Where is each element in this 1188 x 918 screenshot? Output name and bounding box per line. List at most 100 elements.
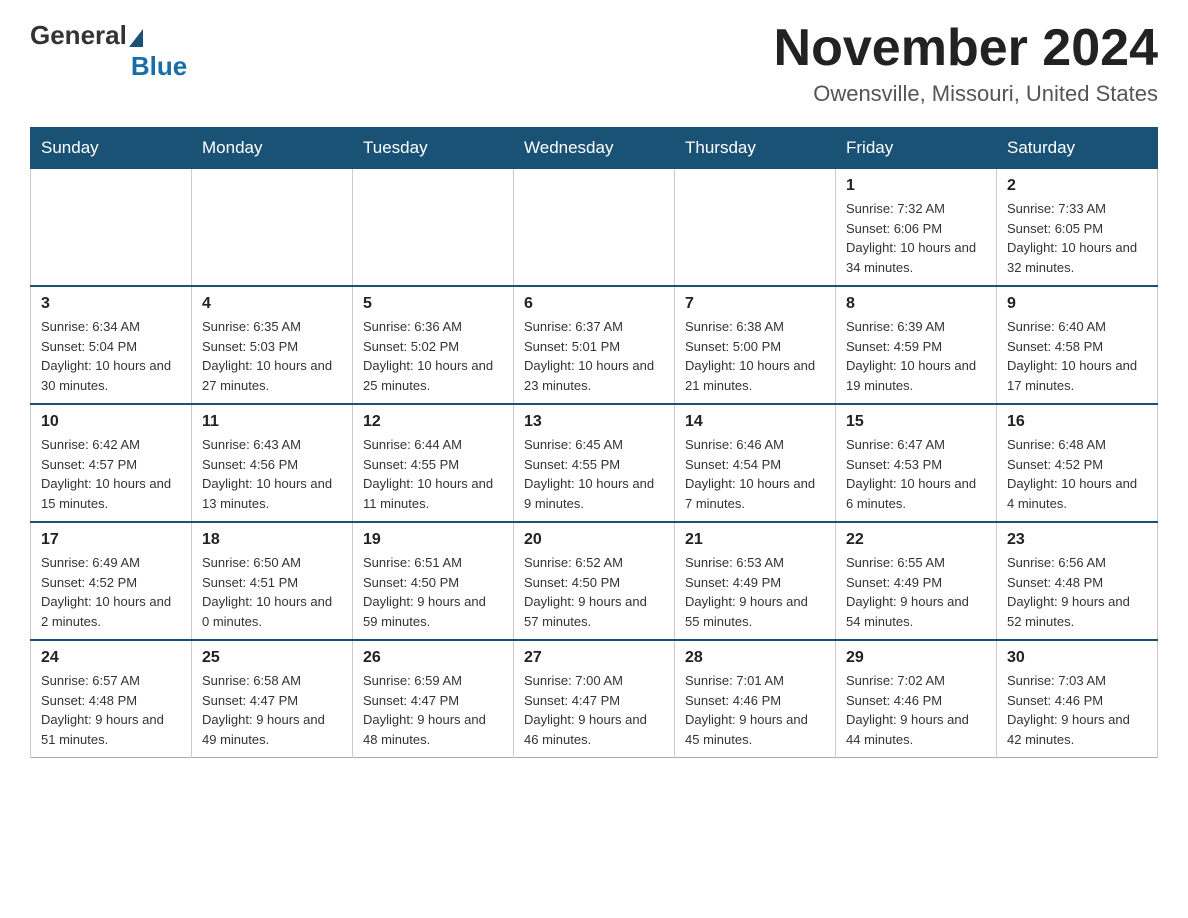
calendar-cell: 26 Sunrise: 6:59 AMSunset: 4:47 PMDayligh…: [353, 640, 514, 758]
calendar-week-row: 3 Sunrise: 6:34 AMSunset: 5:04 PMDaylight…: [31, 286, 1158, 404]
calendar-cell: 19Sunrise: 6:51 AMSunset: 4:50 PMDayligh…: [353, 522, 514, 640]
calendar-cell: 20Sunrise: 6:52 AMSunset: 4:50 PMDayligh…: [514, 522, 675, 640]
calendar-cell: 28Sunrise: 7:01 AMSunset: 4:46 PMDayligh…: [675, 640, 836, 758]
calendar-cell: 13Sunrise: 6:45 AMSunset: 4:55 PMDayligh…: [514, 404, 675, 522]
day-number: 2: [1007, 177, 1147, 195]
day-number: 30: [1007, 649, 1147, 667]
calendar-cell: [31, 169, 192, 287]
day-info: Sunrise: 6:35 AMSunset: 5:03 PMDaylight:…: [202, 317, 342, 395]
calendar-cell: 23Sunrise: 6:56 AMSunset: 4:48 PMDayligh…: [997, 522, 1158, 640]
calendar-cell: [675, 169, 836, 287]
day-number: 10: [41, 413, 181, 431]
logo-arrow-icon: [129, 29, 143, 47]
day-number: 29: [846, 649, 986, 667]
day-info: Sunrise: 7:03 AMSunset: 4:46 PMDaylight:…: [1007, 671, 1147, 749]
day-number: 24: [41, 649, 181, 667]
day-number: 26: [363, 649, 503, 667]
day-info: Sunrise: 6:47 AMSunset: 4:53 PMDaylight:…: [846, 435, 986, 513]
calendar-cell: 7 Sunrise: 6:38 AMSunset: 5:00 PMDaylight…: [675, 286, 836, 404]
day-number: 20: [524, 531, 664, 549]
calendar-cell: 14 Sunrise: 6:46 AMSunset: 4:54 PMDayligh…: [675, 404, 836, 522]
calendar-cell: 24 Sunrise: 6:57 AMSunset: 4:48 PMDayligh…: [31, 640, 192, 758]
day-info: Sunrise: 7:02 AMSunset: 4:46 PMDaylight:…: [846, 671, 986, 749]
day-number: 16: [1007, 413, 1147, 431]
calendar-cell: [353, 169, 514, 287]
calendar-week-row: 17 Sunrise: 6:49 AMSunset: 4:52 PMDayligh…: [31, 522, 1158, 640]
calendar-cell: 15 Sunrise: 6:47 AMSunset: 4:53 PMDayligh…: [836, 404, 997, 522]
calendar-cell: 3 Sunrise: 6:34 AMSunset: 5:04 PMDaylight…: [31, 286, 192, 404]
day-number: 28: [685, 649, 825, 667]
day-number: 18: [202, 531, 342, 549]
calendar-cell: 16 Sunrise: 6:48 AMSunset: 4:52 PMDayligh…: [997, 404, 1158, 522]
day-info: Sunrise: 6:40 AMSunset: 4:58 PMDaylight:…: [1007, 317, 1147, 395]
day-info: Sunrise: 6:59 AMSunset: 4:47 PMDaylight:…: [363, 671, 503, 749]
day-number: 5: [363, 295, 503, 313]
col-friday: Friday: [836, 128, 997, 169]
day-info: Sunrise: 6:49 AMSunset: 4:52 PMDaylight:…: [41, 553, 181, 631]
logo-general-text: General: [30, 20, 127, 51]
day-info: Sunrise: 6:43 AMSunset: 4:56 PMDaylight:…: [202, 435, 342, 513]
col-thursday: Thursday: [675, 128, 836, 169]
day-info: Sunrise: 6:38 AMSunset: 5:00 PMDaylight:…: [685, 317, 825, 395]
day-number: 27: [524, 649, 664, 667]
day-number: 11: [202, 413, 342, 431]
day-info: Sunrise: 7:33 AMSunset: 6:05 PMDaylight:…: [1007, 199, 1147, 277]
col-sunday: Sunday: [31, 128, 192, 169]
calendar-cell: 12Sunrise: 6:44 AMSunset: 4:55 PMDayligh…: [353, 404, 514, 522]
col-saturday: Saturday: [997, 128, 1158, 169]
day-info: Sunrise: 6:46 AMSunset: 4:54 PMDaylight:…: [685, 435, 825, 513]
calendar-cell: 1 Sunrise: 7:32 AMSunset: 6:06 PMDaylight…: [836, 169, 997, 287]
calendar-cell: 9 Sunrise: 6:40 AMSunset: 4:58 PMDaylight…: [997, 286, 1158, 404]
calendar-header-row: Sunday Monday Tuesday Wednesday Thursday…: [31, 128, 1158, 169]
day-info: Sunrise: 6:55 AMSunset: 4:49 PMDaylight:…: [846, 553, 986, 631]
calendar-cell: 6Sunrise: 6:37 AMSunset: 5:01 PMDaylight…: [514, 286, 675, 404]
day-info: Sunrise: 6:37 AMSunset: 5:01 PMDaylight:…: [524, 317, 664, 395]
day-number: 3: [41, 295, 181, 313]
calendar-cell: 10 Sunrise: 6:42 AMSunset: 4:57 PMDayligh…: [31, 404, 192, 522]
logo: General General Blue: [30, 20, 187, 82]
calendar-week-row: 10 Sunrise: 6:42 AMSunset: 4:57 PMDayligh…: [31, 404, 1158, 522]
day-info: Sunrise: 6:34 AMSunset: 5:04 PMDaylight:…: [41, 317, 181, 395]
day-number: 25: [202, 649, 342, 667]
logo-blue-text: Blue: [131, 51, 187, 82]
calendar-week-row: 1 Sunrise: 7:32 AMSunset: 6:06 PMDaylight…: [31, 169, 1158, 287]
month-title: November 2024: [774, 20, 1158, 77]
calendar-cell: 29 Sunrise: 7:02 AMSunset: 4:46 PMDayligh…: [836, 640, 997, 758]
day-info: Sunrise: 6:42 AMSunset: 4:57 PMDaylight:…: [41, 435, 181, 513]
day-info: Sunrise: 6:48 AMSunset: 4:52 PMDaylight:…: [1007, 435, 1147, 513]
day-number: 7: [685, 295, 825, 313]
day-number: 9: [1007, 295, 1147, 313]
day-info: Sunrise: 7:00 AMSunset: 4:47 PMDaylight:…: [524, 671, 664, 749]
calendar-cell: 17 Sunrise: 6:49 AMSunset: 4:52 PMDayligh…: [31, 522, 192, 640]
day-info: Sunrise: 6:50 AMSunset: 4:51 PMDaylight:…: [202, 553, 342, 631]
day-info: Sunrise: 6:57 AMSunset: 4:48 PMDaylight:…: [41, 671, 181, 749]
day-number: 14: [685, 413, 825, 431]
calendar-cell: [192, 169, 353, 287]
day-number: 8: [846, 295, 986, 313]
day-info: Sunrise: 6:53 AMSunset: 4:49 PMDaylight:…: [685, 553, 825, 631]
day-number: 17: [41, 531, 181, 549]
day-info: Sunrise: 6:36 AMSunset: 5:02 PMDaylight:…: [363, 317, 503, 395]
day-info: Sunrise: 6:58 AMSunset: 4:47 PMDaylight:…: [202, 671, 342, 749]
col-monday: Monday: [192, 128, 353, 169]
day-info: Sunrise: 6:45 AMSunset: 4:55 PMDaylight:…: [524, 435, 664, 513]
calendar-cell: 2 Sunrise: 7:33 AMSunset: 6:05 PMDaylight…: [997, 169, 1158, 287]
day-number: 12: [363, 413, 503, 431]
day-info: Sunrise: 6:39 AMSunset: 4:59 PMDaylight:…: [846, 317, 986, 395]
day-info: Sunrise: 7:32 AMSunset: 6:06 PMDaylight:…: [846, 199, 986, 277]
location-title: Owensville, Missouri, United States: [774, 81, 1158, 107]
calendar-cell: 27 Sunrise: 7:00 AMSunset: 4:47 PMDayligh…: [514, 640, 675, 758]
page-header: General General Blue November 2024 Owens…: [30, 20, 1158, 107]
title-block: November 2024 Owensville, Missouri, Unit…: [774, 20, 1158, 107]
calendar-cell: 25 Sunrise: 6:58 AMSunset: 4:47 PMDayligh…: [192, 640, 353, 758]
day-number: 4: [202, 295, 342, 313]
day-number: 1: [846, 177, 986, 195]
calendar-cell: 18 Sunrise: 6:50 AMSunset: 4:51 PMDayligh…: [192, 522, 353, 640]
col-wednesday: Wednesday: [514, 128, 675, 169]
calendar-cell: 11 Sunrise: 6:43 AMSunset: 4:56 PMDayligh…: [192, 404, 353, 522]
calendar-cell: 22Sunrise: 6:55 AMSunset: 4:49 PMDayligh…: [836, 522, 997, 640]
day-number: 15: [846, 413, 986, 431]
day-info: Sunrise: 6:56 AMSunset: 4:48 PMDaylight:…: [1007, 553, 1147, 631]
calendar-cell: 21Sunrise: 6:53 AMSunset: 4:49 PMDayligh…: [675, 522, 836, 640]
col-tuesday: Tuesday: [353, 128, 514, 169]
